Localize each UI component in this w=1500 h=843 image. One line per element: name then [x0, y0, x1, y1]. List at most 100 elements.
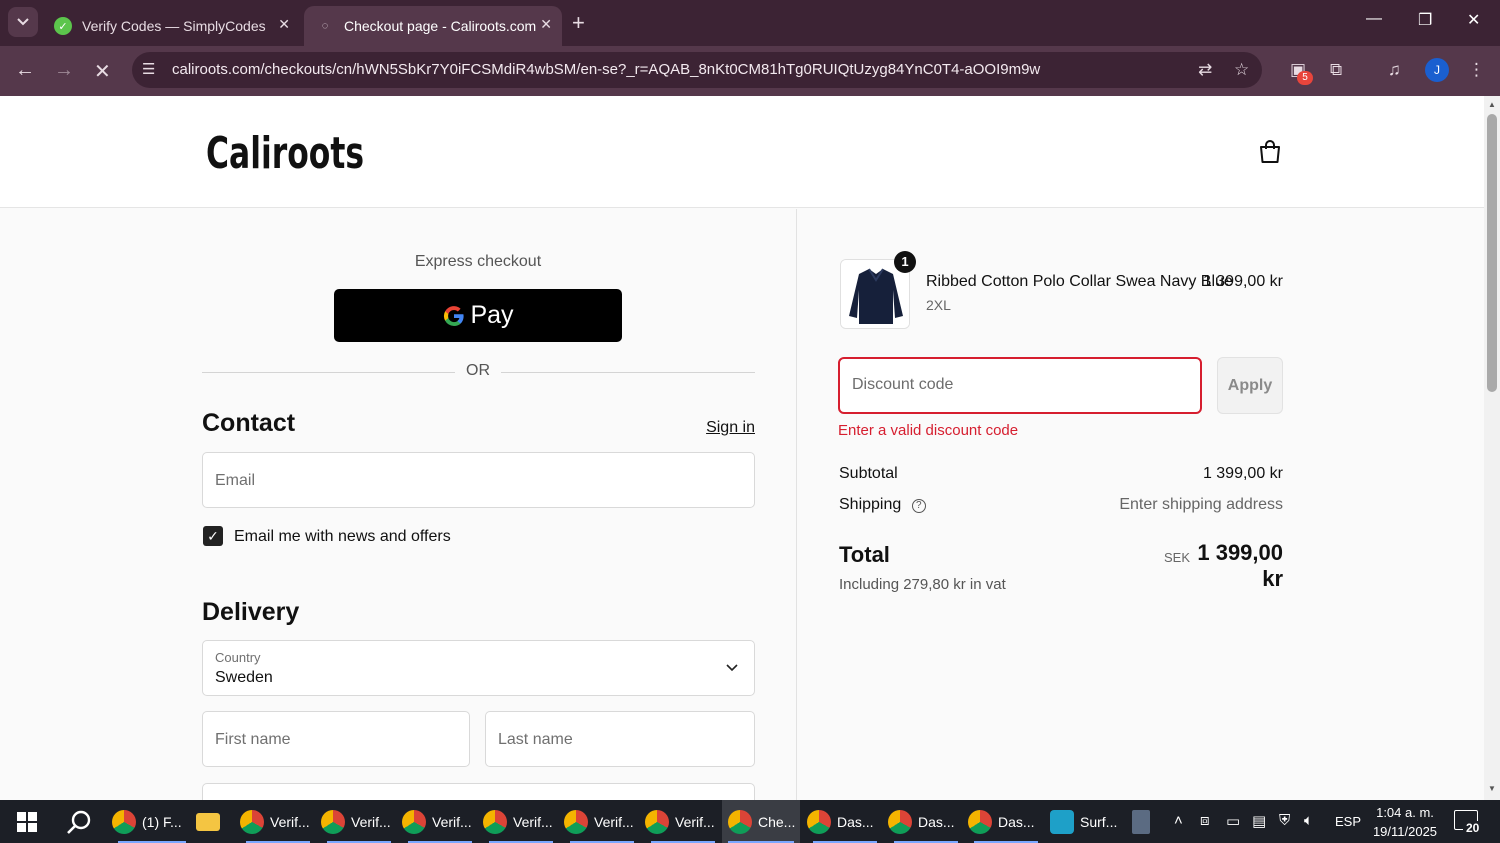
- scrollbar-thumb[interactable]: [1487, 114, 1497, 392]
- taskbar-chrome-checkout[interactable]: Che...: [722, 800, 800, 843]
- security-shield-icon[interactable]: ⛨: [1279, 812, 1290, 829]
- tab-simplycodes[interactable]: ✓ Verify Codes — SimplyCodes ✕: [42, 6, 300, 46]
- site-header: Caliroots: [0, 96, 1484, 208]
- shopping-bag-icon[interactable]: [1256, 138, 1284, 166]
- tab-caliroots-checkout[interactable]: ◌ Checkout page - Caliroots.com ✕: [304, 6, 562, 46]
- notification-count: 20: [1463, 821, 1483, 835]
- product-variant: 2XL: [926, 297, 951, 313]
- close-tab-icon[interactable]: ✕: [540, 16, 552, 33]
- last-name-field[interactable]: Last name: [485, 711, 755, 767]
- taskbar-chrome-facebook[interactable]: (1) F...: [112, 800, 192, 843]
- clock-time: 1:04 a. m.: [1376, 805, 1434, 820]
- country-label: Country: [215, 650, 261, 665]
- profile-avatar[interactable]: J: [1425, 58, 1449, 82]
- address-bar[interactable]: ☰ caliroots.com/checkouts/cn/hWN5SbKr7Y0…: [132, 52, 1262, 88]
- folder-icon: [196, 812, 220, 831]
- express-checkout-label: Express checkout: [414, 253, 542, 270]
- email-field[interactable]: Email: [202, 452, 755, 508]
- newsletter-checkbox[interactable]: ✓: [203, 526, 223, 546]
- close-window-icon[interactable]: ✕: [1467, 10, 1480, 30]
- url-text: caliroots.com/checkouts/cn/hWN5SbKr7Y0iF…: [172, 61, 1041, 78]
- restore-icon[interactable]: ❐: [1418, 10, 1432, 30]
- scroll-down-icon[interactable]: ▼: [1488, 784, 1496, 793]
- scroll-up-icon[interactable]: ▲: [1488, 100, 1496, 109]
- shipping-label: Shipping ?: [839, 496, 926, 514]
- taskbar-chrome-window[interactable]: Das...: [888, 800, 964, 843]
- taskbar-file-explorer[interactable]: [196, 800, 228, 843]
- language-indicator[interactable]: ESP: [1335, 814, 1361, 829]
- taskbar-chrome-window[interactable]: Verif...: [402, 800, 478, 843]
- first-name-field[interactable]: First name: [202, 711, 470, 767]
- product-price: 1 399,00 kr: [1202, 273, 1283, 290]
- apply-button[interactable]: Apply: [1217, 357, 1283, 414]
- taskbar-chrome-window[interactable]: Das...: [968, 800, 1044, 843]
- country-value: Sweden: [215, 669, 273, 686]
- taskbar-label: (1) F...: [142, 813, 182, 830]
- chrome-icon: [402, 809, 426, 834]
- surfshark-icon: [1050, 809, 1074, 834]
- taskbar-chrome-window[interactable]: Verif...: [564, 800, 640, 843]
- menu-kebab-icon[interactable]: ⋮: [1468, 60, 1485, 80]
- taskbar-label: Verif...: [270, 813, 310, 830]
- taskbar-surfshark[interactable]: Surf...: [1050, 800, 1120, 843]
- taskbar-label: Verif...: [432, 813, 472, 830]
- discount-code-input[interactable]: Discount code: [838, 357, 1202, 414]
- clock-date: 19/11/2025: [1372, 824, 1438, 839]
- close-tab-icon[interactable]: ✕: [278, 16, 290, 33]
- taskbar-chrome-window[interactable]: Verif...: [321, 800, 397, 843]
- delivery-heading: Delivery: [202, 598, 300, 626]
- battery-icon[interactable]: ▭: [1226, 812, 1240, 830]
- chevron-down-icon: [17, 18, 29, 26]
- taskbar-label: Verif...: [594, 813, 634, 830]
- quantity-badge: 1: [894, 251, 916, 273]
- sign-in-link[interactable]: Sign in: [700, 419, 755, 437]
- network-icon[interactable]: ▤: [1252, 812, 1266, 830]
- taskbar-label: Das...: [918, 813, 955, 830]
- chrome-icon: [645, 809, 669, 834]
- or-label: OR: [466, 362, 490, 379]
- tray-app-icon[interactable]: ⧈: [1200, 812, 1210, 829]
- page-scrollbar[interactable]: ▲ ▼: [1484, 96, 1500, 800]
- system-clock[interactable]: 1:04 a. m. 19/11/2025: [1372, 803, 1438, 841]
- show-hidden-icons-icon[interactable]: ˄: [1174, 812, 1183, 829]
- help-icon[interactable]: ?: [911, 499, 926, 513]
- taskbar-label: Verif...: [351, 813, 391, 830]
- subtotal-label: Subtotal: [839, 465, 898, 482]
- minimize-icon[interactable]: —: [1366, 10, 1382, 28]
- taskbar-chrome-window[interactable]: Verif...: [645, 800, 721, 843]
- caliroots-logo[interactable]: Caliroots: [204, 124, 366, 180]
- extensions-puzzle-icon[interactable]: ⧉: [1330, 60, 1342, 80]
- country-select[interactable]: Country Sweden: [202, 640, 755, 696]
- bookmark-star-icon[interactable]: ☆: [1234, 60, 1249, 80]
- back-icon[interactable]: ←: [15, 59, 35, 82]
- chrome-icon: [112, 809, 136, 834]
- translate-icon[interactable]: ⇄: [1198, 60, 1212, 80]
- browser-toolbar: ← → ✕ ☰ caliroots.com/checkouts/cn/hWN5S…: [0, 46, 1500, 96]
- search-icon[interactable]: [66, 810, 92, 836]
- new-tab-button[interactable]: +: [572, 10, 585, 36]
- taskbar-chrome-window[interactable]: Das...: [807, 800, 883, 843]
- svg-text:Caliroots: Caliroots: [206, 128, 364, 179]
- stop-loading-icon[interactable]: ✕: [94, 59, 111, 84]
- taskbar-chrome-window[interactable]: Verif...: [240, 800, 316, 843]
- google-g-icon: [444, 305, 465, 326]
- taskbar-calculator[interactable]: [1132, 800, 1156, 843]
- forward-icon[interactable]: →: [54, 59, 74, 82]
- last-name-placeholder: Last name: [498, 731, 573, 748]
- next-address-field[interactable]: [202, 783, 755, 800]
- google-pay-label: Pay: [470, 301, 514, 329]
- site-info-icon[interactable]: ☰: [142, 60, 155, 78]
- subtotal-value: 1 399,00 kr: [1202, 465, 1283, 482]
- windows-start-icon[interactable]: [17, 812, 37, 832]
- volume-icon[interactable]: 🔈︎: [1304, 812, 1313, 829]
- taskbar-label: Surf...: [1080, 813, 1118, 830]
- tab-search-button[interactable]: [8, 7, 38, 37]
- divider: [202, 372, 455, 373]
- chrome-icon: [807, 809, 831, 834]
- taskbar-chrome-window[interactable]: Verif...: [483, 800, 559, 843]
- email-placeholder: Email: [215, 472, 256, 489]
- media-control-icon[interactable]: ♫: [1388, 60, 1401, 80]
- google-pay-button[interactable]: Pay: [334, 289, 622, 342]
- loading-favicon-icon: ◌: [321, 20, 329, 32]
- simplycodes-favicon-icon: ✓: [54, 17, 72, 35]
